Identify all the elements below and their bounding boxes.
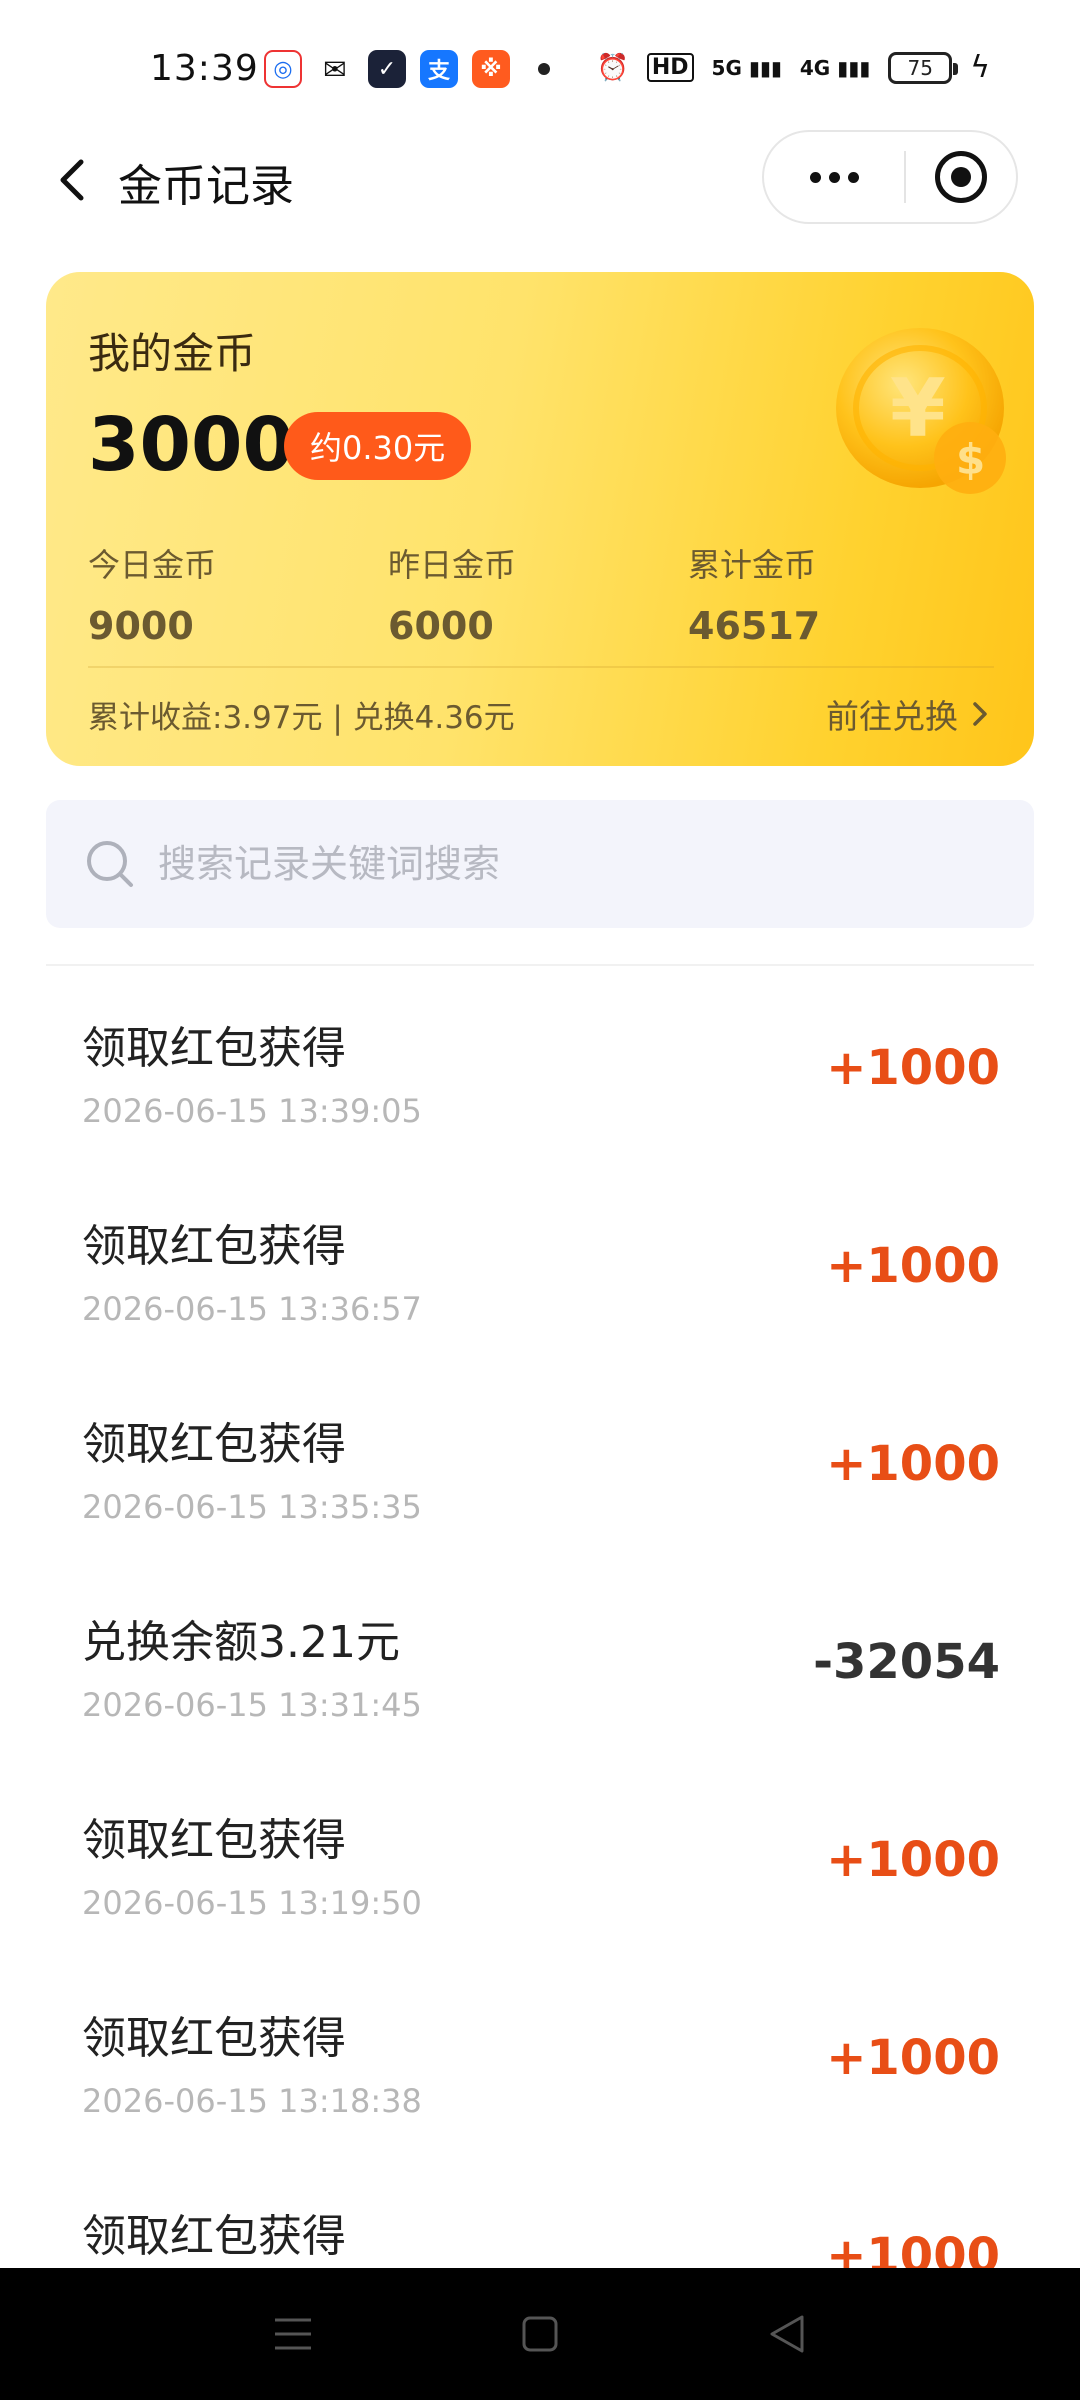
coin-summary-card: 我的金币 3000 约0.30元 ¥ $ 今日金币 9000 昨日金币 6000… — [46, 272, 1034, 766]
close-miniprogram-button[interactable] — [906, 132, 1016, 222]
record-title: 领取红包获得 — [82, 2211, 346, 2262]
stat-total: 累计金币 46517 — [688, 540, 988, 648]
card-divider — [88, 666, 994, 668]
signal-5g-icon: 5G ▮▮▮ — [711, 55, 782, 80]
svg-text:$: $ — [956, 435, 985, 484]
list-item[interactable]: 领取红包获得 2026-06-15 13:39:05 +1000 — [0, 968, 1080, 1166]
record-amount: -32054 — [813, 1634, 1000, 1690]
record-amount: +1000 — [826, 1238, 1000, 1294]
record-time: 2026-06-15 13:19:50 — [82, 1884, 422, 1922]
stat-yesterday: 昨日金币 6000 — [388, 540, 688, 648]
stat-value: 46517 — [688, 604, 821, 648]
nav-back-button[interactable] — [747, 2294, 827, 2374]
signal-4g-label: 4G — [799, 55, 831, 80]
record-time: 2026-06-15 13:35:35 — [82, 1488, 422, 1526]
battery-level: 75 — [907, 55, 933, 80]
svg-text:¥: ¥ — [890, 362, 946, 455]
battery-icon: 75 — [888, 51, 959, 84]
back-triangle-icon — [770, 2315, 804, 2353]
notification-icons: ◎ ✉ ✓ 支 ※ — [264, 50, 550, 88]
nav-menu-button[interactable] — [253, 2294, 333, 2374]
chevron-right-icon — [973, 702, 987, 726]
coin-records-list: 领取红包获得 2026-06-15 13:39:05 +1000 领取红包获得 … — [0, 968, 1080, 2354]
status-time: 13:39 — [150, 48, 259, 89]
status-bar: 13:39 ◎ ✉ ✓ 支 ※ ⏰ HD 5G ▮▮▮ 4G ▮▮▮ 75 ϟ — [0, 0, 1080, 130]
more-dot — [828, 171, 840, 183]
hd-icon: HD — [646, 53, 694, 82]
signal-4g-icon: 4G ▮▮▮ — [799, 55, 871, 80]
approx-value-badge: 约0.30元 — [284, 412, 472, 480]
alipay-icon: 支 — [420, 50, 458, 88]
system-nav-bar — [0, 2268, 1080, 2400]
chevron-left-icon — [60, 159, 84, 201]
more-button[interactable] — [764, 132, 904, 222]
stat-today: 今日金币 9000 — [88, 540, 388, 648]
list-item[interactable]: 领取红包获得 2026-06-15 13:35:35 +1000 — [0, 1364, 1080, 1562]
back-button[interactable] — [42, 150, 102, 210]
more-notifications-dot — [538, 63, 550, 75]
list-item[interactable]: 兑换余额3.21元 2026-06-15 13:31:45 -32054 — [0, 1562, 1080, 1760]
record-time: 2026-06-15 13:31:45 — [82, 1686, 422, 1724]
record-amount: +1000 — [826, 1436, 1000, 1492]
more-dots-icon — [809, 171, 821, 183]
header: 金币记录 — [0, 130, 1080, 230]
search-icon — [87, 841, 133, 887]
record-title: 兑换余额3.21元 — [82, 1617, 400, 1668]
signal-5g-label: 5G — [711, 55, 742, 80]
app-notification-icon-3: ✓ — [368, 50, 406, 88]
mini-program-capsule — [762, 130, 1018, 224]
coin-stats: 今日金币 9000 昨日金币 6000 累计金币 46517 — [88, 540, 988, 648]
app-notification-icon-5: ※ — [472, 50, 510, 88]
more-dot — [847, 171, 859, 183]
record-title: 领取红包获得 — [82, 1419, 346, 1470]
goto-exchange-link[interactable]: 前往兑换 — [826, 690, 988, 738]
record-title: 领取红包获得 — [82, 2013, 346, 2064]
search-input[interactable] — [158, 829, 978, 899]
record-time: 2026-06-15 13:36:57 — [82, 1290, 422, 1328]
search-bar — [46, 800, 1034, 928]
list-item[interactable]: 领取红包获得 2026-06-15 13:19:50 +1000 — [0, 1760, 1080, 1958]
nav-home-button[interactable] — [500, 2294, 580, 2374]
record-time: 2026-06-15 13:39:05 — [82, 1092, 422, 1130]
stat-label: 累计金币 — [688, 546, 817, 584]
stat-value: 9000 — [88, 604, 194, 648]
record-title: 领取红包获得 — [82, 1221, 346, 1272]
charging-icon: ϟ — [970, 50, 990, 85]
stat-label: 昨日金币 — [388, 546, 517, 584]
status-indicators: ⏰ HD 5G ▮▮▮ 4G ▮▮▮ 75 ϟ — [596, 50, 990, 85]
menu-icon — [275, 2318, 312, 2350]
coin-balance: 3000 — [88, 402, 294, 488]
target-icon — [935, 151, 987, 203]
home-square-icon — [522, 2316, 558, 2352]
earnings-summary: 累计收益:3.97元 | 兑换4.36元 — [88, 700, 515, 736]
record-amount: +1000 — [826, 1040, 1000, 1096]
record-title: 领取红包获得 — [82, 1815, 346, 1866]
record-time: 2026-06-15 13:18:38 — [82, 2082, 422, 2120]
wechat-icon: ✉ — [316, 50, 354, 88]
gold-coin-icon: ¥ $ — [836, 328, 1006, 494]
list-item[interactable]: 领取红包获得 2026-06-15 13:18:38 +1000 — [0, 1958, 1080, 2156]
stat-value: 6000 — [388, 604, 494, 648]
record-title: 领取红包获得 — [82, 1023, 346, 1074]
app-notification-icon-1: ◎ — [264, 50, 302, 88]
approx-value-text: 约0.30元 — [310, 429, 446, 467]
list-divider — [46, 964, 1034, 966]
card-title: 我的金币 — [88, 329, 257, 378]
goto-exchange-label: 前往兑换 — [826, 697, 958, 736]
record-amount: +1000 — [826, 2030, 1000, 2086]
record-amount: +1000 — [826, 1832, 1000, 1888]
list-item[interactable]: 领取红包获得 2026-06-15 13:36:57 +1000 — [0, 1166, 1080, 1364]
alarm-icon: ⏰ — [596, 52, 629, 83]
stat-label: 今日金币 — [88, 546, 217, 584]
page-title: 金币记录 — [118, 161, 294, 212]
